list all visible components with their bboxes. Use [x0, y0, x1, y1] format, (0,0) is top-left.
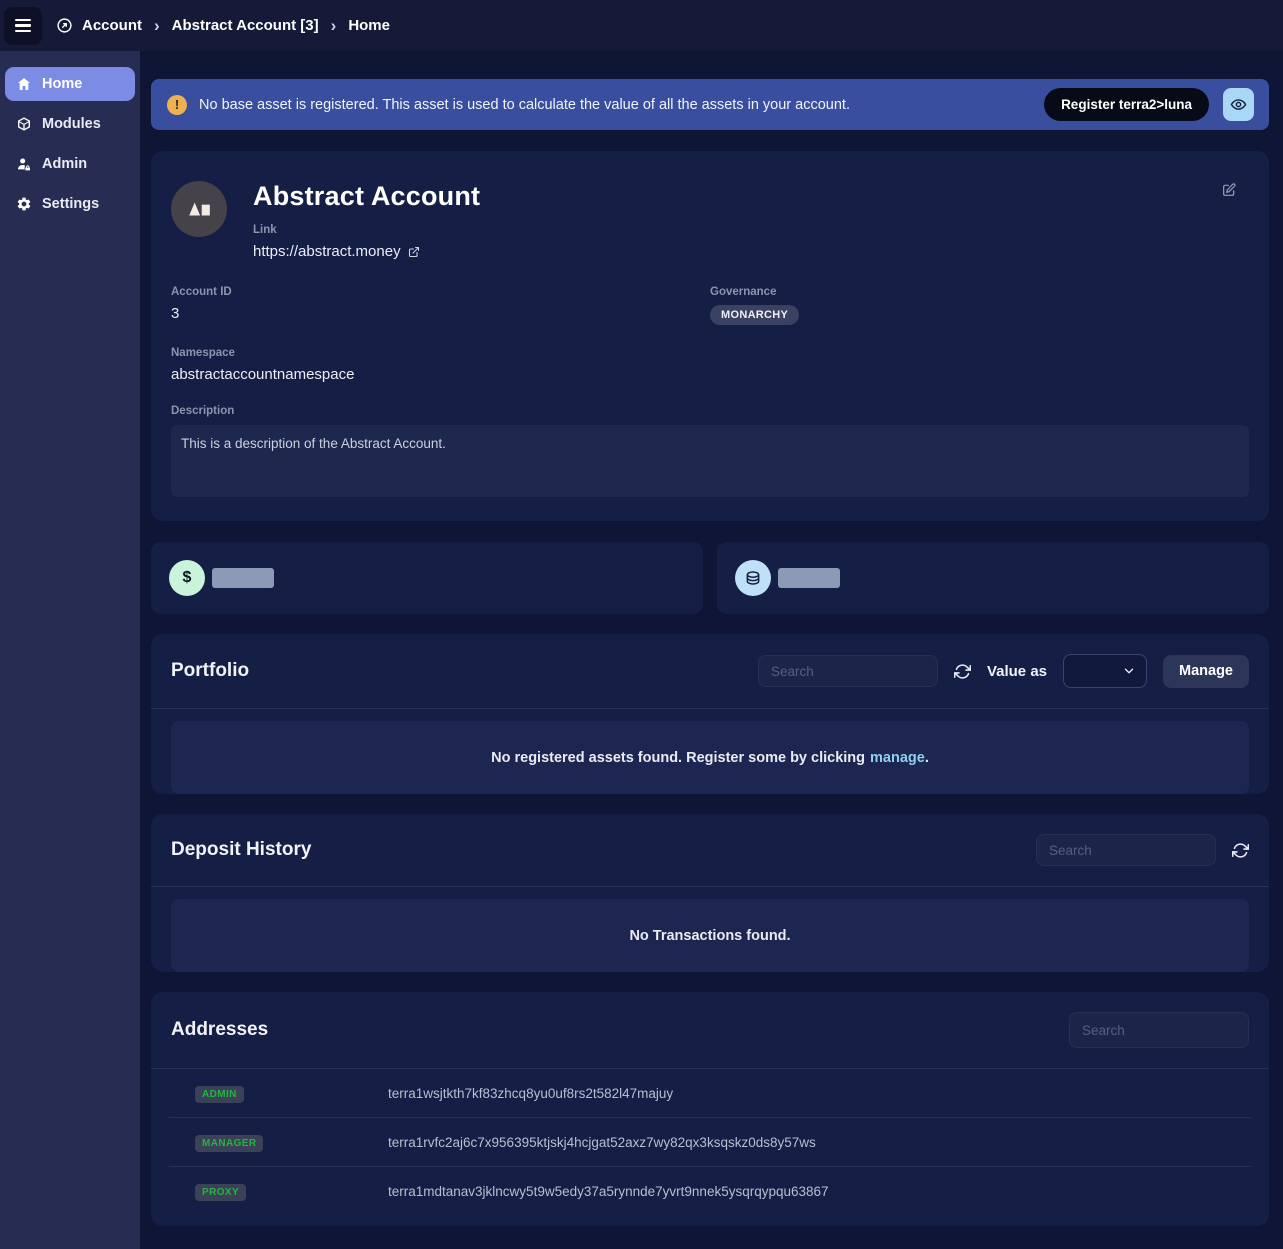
- sidebar-item-label: Modules: [42, 116, 101, 132]
- breadcrumb-label: Abstract Account [3]: [172, 17, 319, 34]
- coins-icon: [735, 560, 771, 596]
- deposit-history-search-input[interactable]: [1036, 834, 1216, 866]
- loading-skeleton: [212, 568, 274, 588]
- sidebar-item-settings[interactable]: Settings: [5, 187, 135, 221]
- breadcrumb-home[interactable]: Home: [348, 17, 390, 34]
- addresses-section: Addresses ADMIN terra1wsjtkth7kf83zhcq8y…: [151, 992, 1269, 1226]
- home-icon: [16, 76, 32, 92]
- account-card: Abstract Account Link https://abstract.m…: [151, 151, 1269, 521]
- alert-message: No base asset is registered. This asset …: [199, 97, 1032, 113]
- eye-icon: [1230, 96, 1247, 113]
- breadcrumb: Account › Abstract Account [3] › Home: [56, 17, 390, 34]
- register-base-asset-button[interactable]: Register terra2>luna: [1044, 88, 1209, 121]
- hamburger-menu-icon[interactable]: [4, 7, 42, 45]
- dismiss-alert-button[interactable]: [1223, 88, 1254, 121]
- addresses-table: ADMIN terra1wsjtkth7kf83zhcq8yu0uf8rs2t5…: [151, 1069, 1269, 1226]
- gear-icon: [16, 196, 32, 212]
- address-value: terra1wsjtkth7kf83zhcq8yu0uf8rs2t582l47m…: [388, 1086, 673, 1101]
- governance-badge: MONARCHY: [710, 305, 799, 325]
- sidebar-item-label: Home: [42, 76, 82, 92]
- table-row: PROXY terra1mdtanav3jklncwy5t9w5edy37a5r…: [169, 1167, 1251, 1216]
- portfolio-empty-state: No registered assets found. Register som…: [171, 721, 1249, 794]
- warning-icon: !: [167, 95, 187, 115]
- top-bar: Account › Abstract Account [3] › Home: [0, 0, 1283, 51]
- sidebar-item-home[interactable]: Home: [5, 67, 135, 101]
- namespace-label: Namespace: [171, 347, 1249, 359]
- value-as-label: Value as: [987, 663, 1047, 680]
- stat-cards-row: $: [151, 542, 1269, 614]
- role-badge-proxy: PROXY: [195, 1184, 246, 1201]
- chevron-down-icon: [1122, 664, 1136, 678]
- portfolio-refresh-icon[interactable]: [954, 663, 971, 680]
- abstract-logo-icon: [186, 196, 212, 222]
- portfolio-search-input[interactable]: [758, 655, 938, 687]
- sidebar-item-admin[interactable]: Admin: [5, 147, 135, 181]
- account-id-value: 3: [171, 305, 710, 322]
- address-value: terra1mdtanav3jklncwy5t9w5edy37a5rynnde7…: [388, 1184, 829, 1199]
- breadcrumb-label: Account: [82, 17, 142, 34]
- deposit-history-empty-state: No Transactions found.: [171, 899, 1249, 972]
- breadcrumb-account[interactable]: Account: [56, 17, 142, 34]
- sidebar: Home Modules Admin Settings: [0, 51, 140, 1249]
- governance-label: Governance: [710, 286, 1249, 298]
- addresses-search-input[interactable]: [1069, 1012, 1249, 1048]
- compass-icon: [56, 17, 73, 34]
- base-asset-alert: ! No base asset is registered. This asse…: [151, 79, 1269, 130]
- portfolio-title: Portfolio: [171, 660, 742, 682]
- account-id-label: Account ID: [171, 286, 710, 298]
- edit-account-icon[interactable]: [1215, 181, 1243, 199]
- addresses-title: Addresses: [171, 1019, 1053, 1041]
- manage-button[interactable]: Manage: [1163, 655, 1249, 688]
- account-avatar: [171, 181, 227, 237]
- table-row: ADMIN terra1wsjtkth7kf83zhcq8yu0uf8rs2t5…: [169, 1069, 1251, 1118]
- chevron-right-icon: ›: [154, 17, 160, 34]
- total-value-card: $: [151, 542, 703, 614]
- assets-count-card: [717, 542, 1269, 614]
- chevron-right-icon: ›: [331, 17, 337, 34]
- cube-icon: [16, 116, 32, 132]
- breadcrumb-abstract-account[interactable]: Abstract Account [3]: [172, 17, 319, 34]
- breadcrumb-label: Home: [348, 17, 390, 34]
- account-link[interactable]: https://abstract.money: [253, 243, 480, 260]
- description-label: Description: [171, 405, 1249, 417]
- portfolio-section: Portfolio Value as Manage No registered …: [151, 634, 1269, 794]
- account-title: Abstract Account: [253, 181, 480, 212]
- value-as-select[interactable]: [1063, 654, 1147, 688]
- deposit-history-title: Deposit History: [171, 839, 1020, 861]
- deposit-history-section: Deposit History No Transactions found.: [151, 814, 1269, 972]
- manage-link[interactable]: manage: [870, 750, 925, 766]
- external-link-icon: [408, 246, 420, 258]
- deposit-history-refresh-icon[interactable]: [1232, 842, 1249, 859]
- main-content: ! No base asset is registered. This asse…: [140, 51, 1283, 1249]
- dollar-icon: $: [169, 560, 205, 596]
- sidebar-item-label: Admin: [42, 156, 87, 172]
- description-value: This is a description of the Abstract Ac…: [171, 425, 1249, 497]
- role-badge-admin: ADMIN: [195, 1086, 244, 1103]
- sidebar-item-modules[interactable]: Modules: [5, 107, 135, 141]
- loading-skeleton: [778, 568, 840, 588]
- sidebar-item-label: Settings: [42, 196, 99, 212]
- person-lock-icon: [16, 156, 32, 172]
- table-row: MANAGER terra1rvfc2aj6c7x956395ktjskj4hc…: [169, 1118, 1251, 1167]
- address-value: terra1rvfc2aj6c7x956395ktjskj4hcjgat52ax…: [388, 1135, 816, 1150]
- link-label: Link: [253, 224, 480, 236]
- namespace-value: abstractaccountnamespace: [171, 366, 1249, 383]
- role-badge-manager: MANAGER: [195, 1135, 263, 1152]
